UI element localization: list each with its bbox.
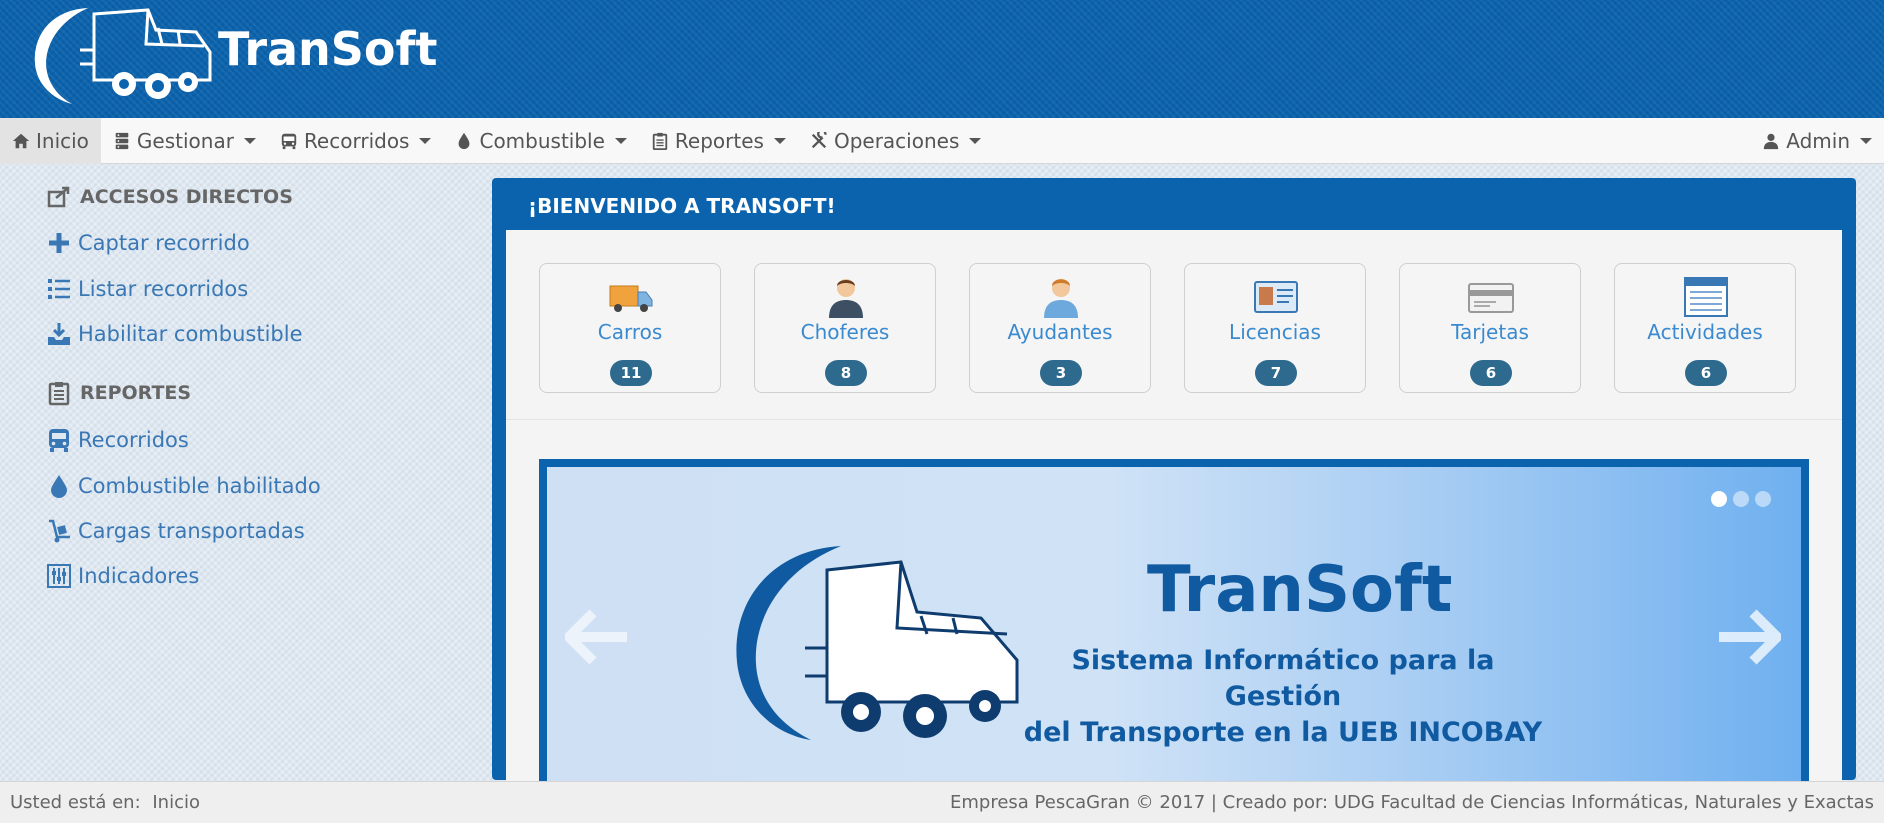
chevron-down-icon bbox=[243, 137, 256, 144]
nav-reportes[interactable]: Reportes bbox=[639, 118, 798, 164]
panel-title: ¡BIENVENIDO A TRANSOFT! bbox=[528, 194, 836, 218]
carousel: TranSoft Sistema Informático para la Ges… bbox=[539, 459, 1809, 799]
dolly-icon bbox=[49, 519, 70, 543]
slide-subtitle: Sistema Informático para la Gestión del … bbox=[1013, 643, 1553, 751]
sidebar: ACCESOS DIRECTOS Captar recorrido Listar… bbox=[0, 164, 490, 780]
chevron-down-icon bbox=[614, 137, 627, 144]
card-tarjetas[interactable]: Tarjetas 6 bbox=[1399, 263, 1581, 393]
carousel-dot[interactable] bbox=[1711, 491, 1727, 507]
activities-icon bbox=[1684, 277, 1728, 317]
card-label: Choferes bbox=[800, 320, 890, 344]
arrow-right-icon[interactable] bbox=[1717, 609, 1781, 665]
summary-cards: Carros 11 Choferes 8 Ayudantes 3 Licenci… bbox=[506, 230, 1842, 420]
arrow-left-icon[interactable] bbox=[565, 609, 629, 665]
bus-icon bbox=[49, 429, 69, 452]
reports-heading: REPORTES bbox=[46, 380, 191, 406]
truck-logo-icon[interactable] bbox=[28, 0, 214, 106]
nav-label: Gestionar bbox=[136, 128, 234, 153]
sidebar-item-habilitar-combustible[interactable]: Habilitar combustible bbox=[46, 321, 303, 347]
card-licencias[interactable]: Licencias 7 bbox=[1184, 263, 1366, 393]
slide-subtitle-line: del Transporte en la UEB INCOBAY bbox=[1023, 717, 1543, 748]
drop-icon bbox=[459, 132, 470, 149]
sidebar-item-listar-recorridos[interactable]: Listar recorridos bbox=[46, 276, 248, 302]
card-label: Licencias bbox=[1229, 320, 1321, 344]
count-badge: 11 bbox=[610, 360, 652, 386]
sidebar-item-indicadores[interactable]: Indicadores bbox=[46, 563, 199, 589]
home-icon bbox=[12, 133, 30, 148]
breadcrumb-current[interactable]: Inicio bbox=[152, 792, 200, 813]
sidebar-item-combustible-habilitado[interactable]: Combustible habilitado bbox=[46, 473, 321, 499]
driver-icon bbox=[829, 279, 863, 318]
nav-combustible[interactable]: Combustible bbox=[443, 118, 638, 164]
plus-icon bbox=[49, 233, 69, 253]
truck-logo-icon bbox=[736, 546, 1019, 740]
chevron-down-icon bbox=[419, 137, 432, 144]
app-header: TranSoft bbox=[0, 0, 1884, 118]
count-badge: 7 bbox=[1255, 360, 1297, 386]
nav-operaciones[interactable]: Operaciones bbox=[798, 118, 993, 164]
download-icon bbox=[48, 323, 70, 345]
tools-icon bbox=[811, 131, 827, 148]
count-badge: 6 bbox=[1470, 360, 1512, 386]
clipboard-icon bbox=[652, 132, 668, 150]
truck-icon bbox=[609, 285, 653, 312]
carousel-dot[interactable] bbox=[1733, 491, 1749, 507]
slide-subtitle-line: Sistema Informático para la Gestión bbox=[1071, 645, 1495, 712]
sliders-icon bbox=[47, 564, 71, 588]
breadcrumb-label: Usted está en: bbox=[10, 792, 141, 813]
share-icon bbox=[47, 186, 70, 208]
app-brand[interactable]: TranSoft bbox=[218, 22, 438, 76]
chevron-down-icon bbox=[969, 137, 982, 144]
nav-label: Inicio bbox=[36, 128, 89, 153]
carousel-dot[interactable] bbox=[1755, 491, 1771, 507]
user-label: Admin bbox=[1786, 128, 1850, 153]
card-label: Actividades bbox=[1647, 320, 1763, 344]
count-badge: 3 bbox=[1040, 360, 1082, 386]
card-label: Ayudantes bbox=[1007, 320, 1113, 344]
nav-recorridos[interactable]: Recorridos bbox=[268, 118, 444, 164]
card-label: Carros bbox=[597, 320, 663, 344]
footer: Usted está en: Inicio Empresa PescaGran … bbox=[0, 781, 1884, 823]
card-actividades[interactable]: Actividades 6 bbox=[1614, 263, 1796, 393]
user-icon bbox=[1764, 133, 1779, 149]
license-icon bbox=[1254, 281, 1298, 313]
slide-title: TranSoft bbox=[1147, 553, 1453, 627]
nav-label: Recorridos bbox=[303, 128, 410, 153]
card-label: Tarjetas bbox=[1451, 320, 1529, 344]
sidebar-item-recorridos[interactable]: Recorridos bbox=[46, 427, 189, 453]
chevron-down-icon bbox=[773, 137, 786, 144]
helper-icon bbox=[1044, 279, 1078, 318]
card-choferes[interactable]: Choferes 8 bbox=[754, 263, 936, 393]
card-icon bbox=[1468, 283, 1514, 313]
card-carros[interactable]: Carros 11 bbox=[539, 263, 721, 393]
card-ayudantes[interactable]: Ayudantes 3 bbox=[969, 263, 1151, 393]
panel-body: Carros 11 Choferes 8 Ayudantes 3 Licenci… bbox=[506, 230, 1842, 799]
main-navbar: Inicio Gestionar Recorridos Combustible … bbox=[0, 117, 1884, 164]
sidebar-item-captar-recorrido[interactable]: Captar recorrido bbox=[46, 230, 250, 256]
breadcrumb: Usted está en: Inicio bbox=[10, 792, 200, 813]
bus-icon bbox=[281, 133, 297, 149]
footer-credits: Empresa PescaGran © 2017 | Creado por: U… bbox=[950, 792, 1874, 813]
chevron-down-icon bbox=[1860, 137, 1872, 144]
nav-gestionar[interactable]: Gestionar bbox=[101, 118, 268, 164]
nav-label: Combustible bbox=[479, 128, 605, 153]
sidebar-item-cargas-transportadas[interactable]: Cargas transportadas bbox=[46, 518, 305, 544]
nav-label: Operaciones bbox=[833, 128, 960, 153]
welcome-panel: ¡BIENVENIDO A TRANSOFT! Carros 11 Chofer… bbox=[492, 178, 1856, 799]
database-icon bbox=[115, 132, 129, 149]
list-icon bbox=[48, 279, 70, 299]
carousel-indicators bbox=[1711, 491, 1771, 507]
nav-user-menu[interactable]: Admin bbox=[1750, 118, 1884, 164]
clipboard-icon bbox=[48, 382, 70, 406]
nav-label: Reportes bbox=[674, 128, 764, 153]
shortcuts-heading: ACCESOS DIRECTOS bbox=[46, 184, 293, 210]
count-badge: 8 bbox=[825, 360, 867, 386]
carousel-slide: TranSoft Sistema Informático para la Ges… bbox=[547, 467, 1801, 797]
nav-inicio[interactable]: Inicio bbox=[0, 117, 101, 164]
count-badge: 6 bbox=[1685, 360, 1727, 386]
drop-icon bbox=[51, 475, 67, 498]
